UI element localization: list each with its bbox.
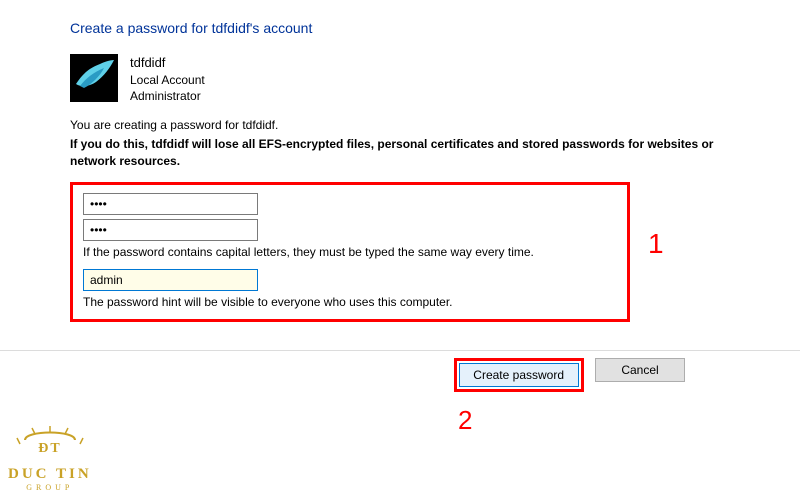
cancel-button[interactable]: Cancel [595, 358, 685, 382]
svg-text:ĐT: ĐT [38, 441, 61, 456]
user-name: tdfdidf [130, 54, 205, 72]
password-hint-field[interactable] [83, 269, 258, 291]
button-row: Create password Cancel [0, 358, 800, 392]
page-title: Create a password for tdfdidf's account [70, 20, 740, 36]
bird-icon [70, 54, 118, 102]
create-password-button[interactable]: Create password [459, 363, 579, 387]
caps-note: If the password contains capital letters… [83, 245, 617, 259]
password-form-highlight: If the password contains capital letters… [70, 182, 630, 322]
new-password-field[interactable] [83, 193, 258, 215]
watermark-name: DUC TIN [8, 466, 92, 483]
annotation-2: 2 [458, 405, 472, 436]
warning-text: If you do this, tdfdidf will lose all EF… [70, 136, 740, 170]
confirm-password-field[interactable] [83, 219, 258, 241]
crest-icon: ĐT [8, 426, 92, 466]
avatar [70, 54, 118, 102]
user-block: tdfdidf Local Account Administrator [70, 54, 740, 104]
create-button-highlight: Create password [454, 358, 584, 392]
hint-note: The password hint will be visible to eve… [83, 295, 617, 309]
user-role: Administrator [130, 88, 205, 104]
user-account-type: Local Account [130, 72, 205, 88]
intro-text: You are creating a password for tdfdidf. [70, 118, 740, 132]
watermark: ĐT DUC TIN GROUP [8, 426, 92, 492]
divider [0, 350, 800, 351]
annotation-1: 1 [648, 228, 664, 260]
watermark-sub: GROUP [8, 483, 92, 492]
